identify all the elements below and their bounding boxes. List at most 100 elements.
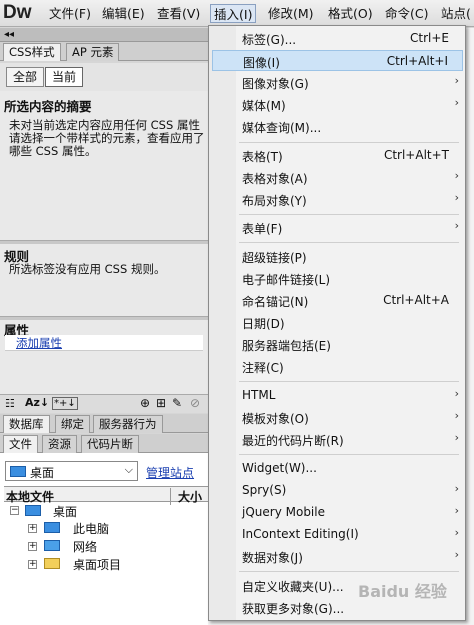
menu-separator <box>239 454 459 455</box>
menu-item-template-objects[interactable]: 模板对象(O) › <box>212 407 463 428</box>
tab-server-behaviors[interactable]: 服务器行为 <box>93 415 163 433</box>
property-row: 添加属性 <box>5 335 203 351</box>
menu-item-data-objects[interactable]: 数据对象(J) › <box>212 546 463 567</box>
submenu-arrow-icon: › <box>454 169 459 182</box>
rules-section: 规则 所选标签没有应用 CSS 规则。 <box>0 244 208 316</box>
menu-item-layout-objects[interactable]: 布局对象(Y) › <box>212 189 463 210</box>
menu-file[interactable]: 文件(F) <box>46 4 94 23</box>
menu-item-image-objects[interactable]: 图像对象(G) › <box>212 72 463 93</box>
menu-separator <box>239 214 459 215</box>
tab-database[interactable]: 数据库 <box>3 415 50 433</box>
current-button[interactable]: 当前 <box>45 67 84 87</box>
menu-item-jquery-mobile[interactable]: jQuery Mobile › <box>212 502 463 523</box>
menu-item-recent-snippets[interactable]: 最近的代码片断(R) › <box>212 429 463 450</box>
tab-files[interactable]: 文件 <box>3 435 38 453</box>
menu-item-tag[interactable]: 标签(G)... Ctrl+E <box>212 28 463 49</box>
menu-commands[interactable]: 命令(C) <box>382 4 431 23</box>
expand-toggle[interactable]: + <box>28 542 37 551</box>
menu-view[interactable]: 查看(V) <box>154 4 203 23</box>
menu-item-media-queries[interactable]: 媒体查询(M)... <box>212 116 463 137</box>
site-select[interactable]: 桌面 ⌵ <box>5 461 138 481</box>
menu-item-widget[interactable]: Widget(W)... <box>212 458 463 479</box>
col-local-files[interactable]: 本地文件 <box>6 488 54 505</box>
expand-toggle[interactable]: + <box>28 560 37 569</box>
menu-item-image[interactable]: 图像(I) Ctrl+Alt+I <box>212 50 463 71</box>
computer-icon <box>44 522 60 533</box>
submenu-arrow-icon: › <box>454 526 459 539</box>
tree-item-network[interactable]: 网络 <box>73 538 97 555</box>
db-panel-tabs: 数据库 绑定 服务器行为 <box>0 414 208 433</box>
menu-bar: Dw 文件(F) 编辑(E) 查看(V) 插入(I) 修改(M) 格式(O) 命… <box>0 0 474 27</box>
menu-separator <box>239 142 459 143</box>
submenu-arrow-icon: › <box>454 74 459 87</box>
new-rule-icon[interactable]: ⊞ <box>156 396 166 410</box>
submenu-arrow-icon: › <box>454 96 459 109</box>
files-column-header: 本地文件 大小 <box>4 486 208 505</box>
menu-item-email-link[interactable]: 电子邮件链接(L) <box>212 268 463 289</box>
edit-rule-icon[interactable]: ✎ <box>172 396 182 410</box>
css-mode-buttons: 全部 当前 <box>0 63 208 91</box>
menu-item-table[interactable]: 表格(T) Ctrl+Alt+T <box>212 145 463 166</box>
baidu-watermark: Baidu 经验 <box>358 582 447 601</box>
col-size[interactable]: 大小 <box>170 488 202 505</box>
network-icon <box>44 540 60 551</box>
properties-section: 属性 添加属性 <box>0 320 208 394</box>
desktop-icon <box>25 505 41 516</box>
menu-item-date[interactable]: 日期(D) <box>212 312 463 333</box>
submenu-arrow-icon: › <box>454 431 459 444</box>
category-view-icon[interactable]: ☷ <box>5 397 15 410</box>
site-select-value: 桌面 <box>30 466 55 480</box>
submenu-arrow-icon: › <box>454 219 459 232</box>
tab-css-styles[interactable]: CSS样式 <box>3 43 61 61</box>
menu-item-server-side-include[interactable]: 服务器端包括(E) <box>212 334 463 355</box>
menu-separator <box>239 381 459 382</box>
alpha-sort-icon[interactable]: Az↓ <box>25 396 49 409</box>
submenu-arrow-icon: › <box>454 409 459 422</box>
add-property-link[interactable]: 添加属性 <box>16 335 62 351</box>
menu-item-spry[interactable]: Spry(S) › <box>212 480 463 501</box>
submenu-arrow-icon: › <box>454 504 459 517</box>
tab-snippets[interactable]: 代码片断 <box>81 435 139 453</box>
panel-collapse-bar[interactable]: ◂◂ <box>0 28 208 42</box>
menu-separator <box>239 242 459 243</box>
rules-text: 所选标签没有应用 CSS 规则。 <box>9 263 166 276</box>
submenu-arrow-icon: › <box>454 482 459 495</box>
tab-ap-elements[interactable]: AP 元素 <box>66 43 120 61</box>
desktop-icon <box>10 466 26 477</box>
menu-item-media[interactable]: 媒体(M) › <box>212 94 463 115</box>
menu-modify[interactable]: 修改(M) <box>265 4 317 23</box>
collapse-icon[interactable]: ◂◂ <box>4 28 14 41</box>
files-panel-tabs: 文件 资源 代码片断 <box>0 434 208 453</box>
menu-item-named-anchor[interactable]: 命名锚记(N) Ctrl+Alt+A <box>212 290 463 311</box>
tab-bindings[interactable]: 绑定 <box>55 415 90 433</box>
tree-item-desktop-items[interactable]: 桌面项目 <box>73 556 121 573</box>
collapse-toggle[interactable]: − <box>10 506 19 515</box>
folder-icon <box>44 558 60 569</box>
menu-item-table-objects[interactable]: 表格对象(A) › <box>212 167 463 188</box>
menu-item-comment[interactable]: 注释(C) <box>212 356 463 377</box>
insert-menu: 标签(G)... Ctrl+E 图像(I) Ctrl+Alt+I 图像对象(G) › … <box>208 25 466 621</box>
menu-item-hyperlink[interactable]: 超级链接(P) <box>212 246 463 267</box>
submenu-arrow-icon: › <box>454 548 459 561</box>
tab-assets[interactable]: 资源 <box>42 435 77 453</box>
menu-item-incontext-editing[interactable]: InContext Editing(I) › <box>212 524 463 545</box>
menu-insert[interactable]: 插入(I) <box>210 4 257 23</box>
css-panel-tabs: CSS样式 AP 元素 <box>0 42 208 61</box>
dreamweaver-logo: Dw <box>3 2 32 23</box>
manage-sites-link[interactable]: 管理站点 <box>146 464 194 481</box>
menu-site[interactable]: 站点( <box>438 4 474 23</box>
menu-separator <box>239 571 459 572</box>
chevron-down-icon: ⌵ <box>124 463 133 476</box>
disable-icon[interactable]: ⊘ <box>190 396 200 410</box>
set-props-icon[interactable]: *+↓ <box>52 397 78 410</box>
expand-toggle[interactable]: + <box>28 524 37 533</box>
menu-format[interactable]: 格式(O) <box>325 4 376 23</box>
menu-item-html[interactable]: HTML › <box>212 385 463 406</box>
all-button[interactable]: 全部 <box>6 67 45 87</box>
menu-item-form[interactable]: 表单(F) › <box>212 217 463 238</box>
tree-item-this-pc[interactable]: 此电脑 <box>73 520 109 537</box>
tree-item-desktop[interactable]: 桌面 <box>53 503 77 520</box>
attach-style-icon[interactable]: ⊕ <box>140 396 150 410</box>
css-toolbar: ☷ Az↓ *+↓ ⊕ ⊞ ✎ ⊘ <box>0 394 208 413</box>
menu-edit[interactable]: 编辑(E) <box>99 4 148 23</box>
